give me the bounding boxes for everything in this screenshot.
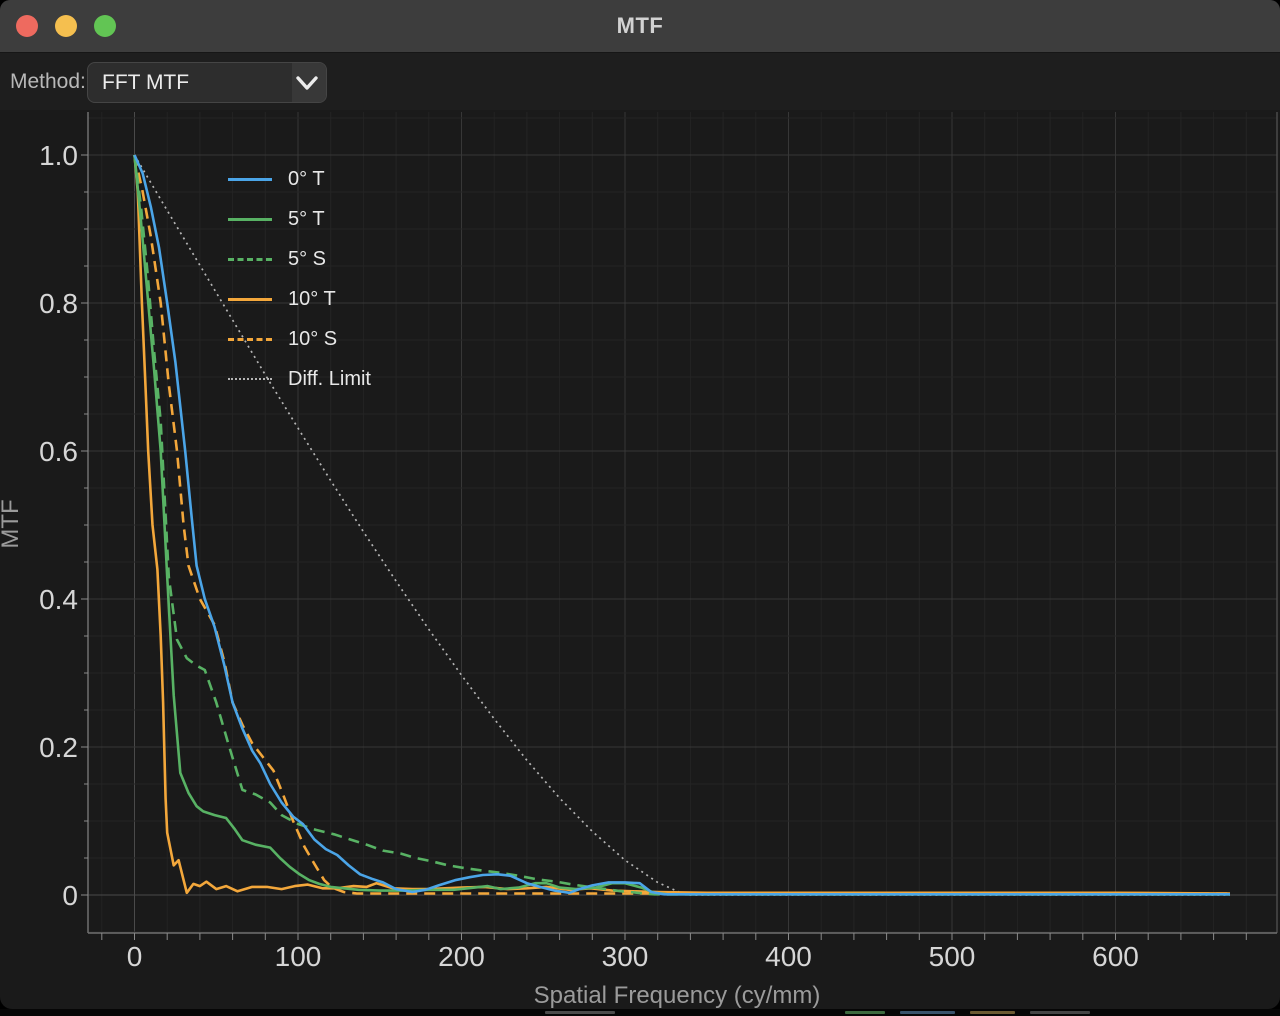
- legend-swatch-dashed: [228, 258, 272, 261]
- legend-item: 10° S: [228, 319, 371, 359]
- method-label: Method:: [10, 53, 86, 110]
- legend-swatch-solid: [228, 178, 272, 181]
- x-tick-label: 300: [602, 941, 649, 972]
- legend-label: Diff. Limit: [288, 368, 371, 391]
- y-tick-label: 0: [62, 880, 78, 911]
- window-title: MTF: [0, 0, 1280, 52]
- x-tick-label: 400: [765, 941, 812, 972]
- x-tick-label: 0: [127, 941, 143, 972]
- toolbar: Method: FFT MTF: [0, 53, 1280, 110]
- y-tick-label: 0.4: [39, 584, 78, 615]
- close-button[interactable]: [16, 15, 38, 37]
- minimize-button[interactable]: [55, 15, 77, 37]
- legend-label: 0° T: [288, 168, 325, 191]
- title-bar: MTF: [0, 0, 1280, 53]
- legend-swatch-dotted: [228, 378, 272, 380]
- x-tick-label: 500: [929, 941, 976, 972]
- method-dropdown-value: FFT MTF: [102, 63, 189, 102]
- traffic-lights: [16, 15, 116, 37]
- legend-item: Diff. Limit: [228, 359, 371, 399]
- background-app-sliver: [0, 1009, 1280, 1016]
- legend-swatch-solid: [228, 298, 272, 301]
- y-tick-label: 0.8: [39, 288, 78, 319]
- legend-label: 10° S: [288, 328, 337, 351]
- legend-label: 5° T: [288, 208, 325, 231]
- x-axis-title: Spatial Frequency (cy/mm): [534, 982, 821, 1009]
- method-dropdown[interactable]: FFT MTF: [87, 62, 327, 103]
- zoom-button[interactable]: [94, 15, 116, 37]
- y-axis-title: MTF: [0, 499, 24, 548]
- chevron-down-icon: [294, 71, 322, 95]
- tick-labels: 0 100 200 300 400 500 600 0 0.2 0.4 0.6 0.8 1.0: [39, 140, 1139, 972]
- legend-swatch-dashed: [228, 338, 272, 341]
- x-tick-label: 200: [438, 941, 485, 972]
- legend-item: 5° T: [228, 199, 371, 239]
- legend-item: 0° T: [228, 159, 371, 199]
- legend-swatch-solid: [228, 218, 272, 221]
- y-tick-label: 0.6: [39, 436, 78, 467]
- y-tick-label: 1.0: [39, 140, 78, 171]
- mtf-window: 0 100 200 300 400 500 600 0 0.2 0.4 0.6 0.8 1.0 Spati…: [0, 0, 1280, 1009]
- legend-item: 10° T: [228, 279, 371, 319]
- legend-label: 5° S: [288, 248, 326, 271]
- legend-label: 10° T: [288, 288, 336, 311]
- legend-item: 5° S: [228, 239, 371, 279]
- y-tick-label: 0.2: [39, 732, 78, 763]
- x-tick-label: 100: [275, 941, 322, 972]
- mtf-chart: 0 100 200 300 400 500 600 0 0.2 0.4 0.6 0.8 1.0 Spati…: [0, 0, 1280, 1009]
- x-tick-label: 600: [1092, 941, 1139, 972]
- chart-legend: 0° T 5° T 5° S 10° T 10° S Diff. Limit: [228, 159, 371, 399]
